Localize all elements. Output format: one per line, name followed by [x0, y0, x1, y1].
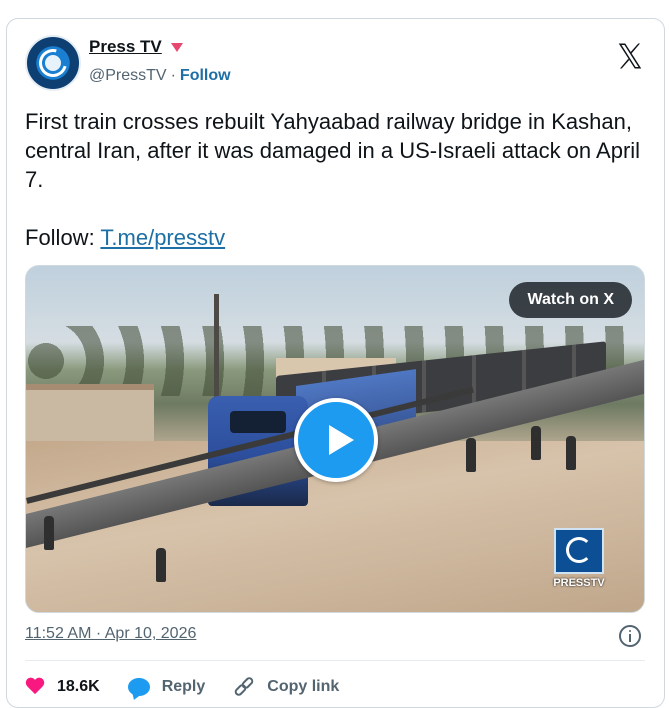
link-icon	[233, 675, 256, 698]
tweet-text: First train crosses rebuilt Yahyaabad ra…	[25, 107, 645, 252]
x-logo-icon[interactable]	[615, 41, 645, 71]
tweet-header: Press TV @PressTV · Follow	[25, 33, 645, 93]
person-figure	[44, 516, 54, 550]
person-figure	[466, 438, 476, 472]
follow-button[interactable]: Follow	[180, 67, 231, 85]
copy-link-button[interactable]: Copy link	[233, 675, 340, 698]
person-figure	[531, 426, 541, 460]
tweet-card: Press TV @PressTV · Follow First train c…	[6, 18, 665, 708]
reply-bubble-icon	[127, 678, 150, 696]
watch-on-x-button[interactable]: Watch on X	[509, 282, 632, 318]
tweet-body: First train crosses rebuilt Yahyaabad ra…	[25, 109, 647, 192]
handle-separator: ·	[170, 67, 176, 84]
author-handle[interactable]: @PressTV	[89, 67, 167, 85]
author-name-line: Press TV	[89, 37, 183, 57]
video-player[interactable]: Watch on X PRESSTV	[25, 265, 645, 613]
like-button[interactable]: 18.6K	[25, 678, 100, 696]
presstv-logo-icon	[566, 537, 592, 563]
info-icon[interactable]	[619, 625, 641, 647]
play-icon	[329, 425, 354, 455]
author-name[interactable]: Press TV	[89, 37, 162, 57]
left-building	[26, 384, 154, 444]
play-button[interactable]	[294, 398, 378, 482]
reply-label: Reply	[161, 678, 206, 695]
reply-button[interactable]: Reply	[127, 678, 206, 696]
presstv-watermark-text: PRESSTV	[553, 577, 605, 589]
telegram-link[interactable]: T.me/presstv	[100, 225, 225, 250]
heart-icon	[25, 678, 45, 696]
avatar[interactable]	[25, 35, 81, 91]
action-bar: 18.6K Reply Copy link	[25, 673, 367, 701]
person-figure	[156, 548, 166, 582]
copy-link-label: Copy link	[267, 678, 340, 695]
timestamp-row: 11:52 AM · Apr 10, 2026	[25, 625, 645, 649]
presstv-watermark: PRESSTV	[552, 528, 606, 592]
follow-prefix: Follow:	[25, 225, 101, 250]
author-handle-line: @PressTV · Follow	[89, 67, 231, 85]
verified-badge-icon	[170, 42, 183, 52]
locomotive-window	[230, 411, 286, 433]
divider	[25, 660, 645, 661]
person-figure	[566, 436, 576, 470]
like-count: 18.6K	[57, 678, 100, 695]
avatar-globe-center	[45, 55, 61, 71]
timestamp[interactable]: 11:52 AM · Apr 10, 2026	[25, 625, 196, 642]
